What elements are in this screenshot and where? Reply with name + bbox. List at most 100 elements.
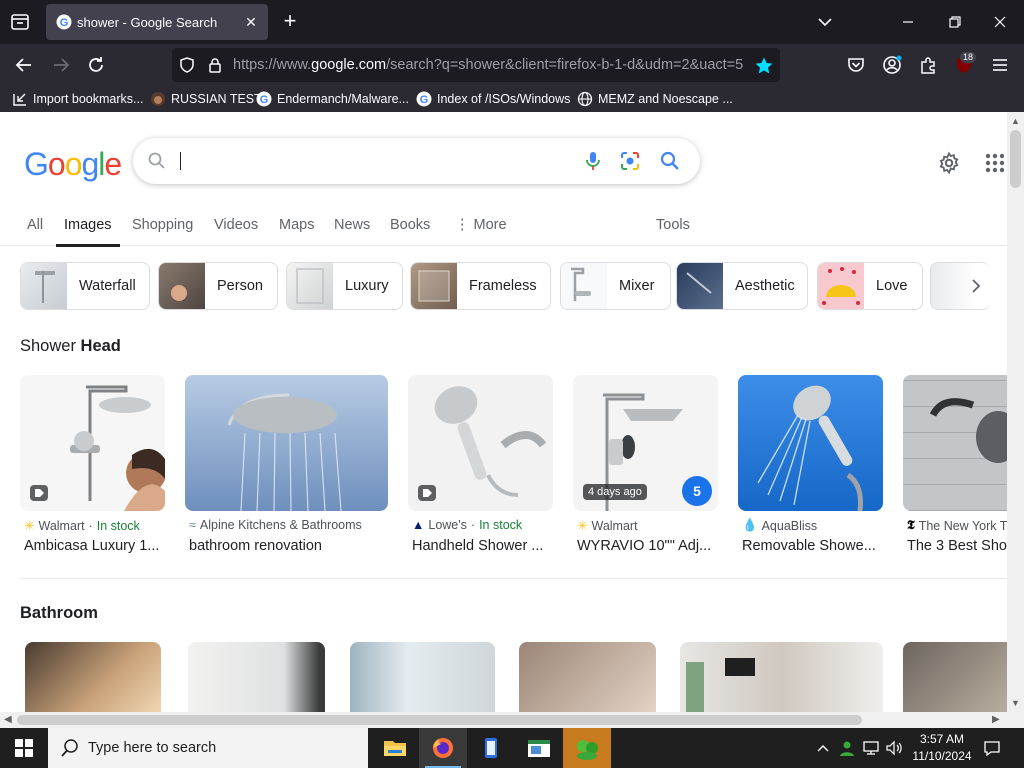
chip-luxury[interactable]: Luxury [286,262,403,310]
tab-images[interactable]: Images [56,217,120,247]
google-apps-grid-icon[interactable] [983,151,1007,175]
taskbar-search-box[interactable]: Type here to search [48,728,368,768]
tab-google-search[interactable]: G shower - Google Search ✕ [46,4,268,40]
result-source[interactable]: 𝕿 The New York T [907,518,1007,533]
network-icon[interactable] [861,738,881,758]
document-viewer-icon[interactable] [515,728,563,768]
bathroom-image-result[interactable] [350,642,495,712]
bookmark-star-icon[interactable] [754,56,774,76]
result-title[interactable]: bathroom renovation [189,538,389,554]
search-submit-icon[interactable] [659,150,681,172]
search-input[interactable] [179,148,569,174]
result-title[interactable]: Handheld Shower ... [412,538,552,554]
settings-gear-icon[interactable] [937,151,961,175]
highlighted-app-icon[interactable] [563,728,611,768]
tab-books[interactable]: Books [390,217,430,233]
chip-frameless[interactable]: Frameless [410,262,551,310]
result-title[interactable]: WYRAVIO 10"" Adj... [577,538,717,554]
reload-icon[interactable] [84,53,108,77]
horizontal-scrollbar[interactable]: ◀ ▶ [0,712,1007,728]
google-logo[interactable]: Google [24,146,122,183]
result-image[interactable] [20,375,165,511]
scroll-up-arrow-icon[interactable]: ▲ [1011,116,1020,126]
search-box[interactable] [133,138,700,184]
result-title[interactable]: Ambicasa Luxury 1... [24,538,164,554]
show-hidden-icons-chevron-icon[interactable] [813,738,833,758]
result-source[interactable]: ▲ Lowe's · In stock [412,518,522,532]
tab-videos[interactable]: Videos [214,217,258,233]
scroll-down-arrow-icon[interactable]: ▼ [1011,698,1020,708]
close-tab-icon[interactable]: ✕ [242,13,260,31]
more-vertical-dots-icon: ⋮ [455,217,474,233]
result-source[interactable]: ≈ Alpine Kitchens & Bathrooms [189,518,362,532]
bathroom-image-result[interactable] [25,642,161,712]
bathroom-image-result[interactable] [188,642,325,712]
search-type-tabs: All Images Shopping Videos Maps News Boo… [0,210,1007,247]
forward-arrow-icon[interactable] [49,53,73,77]
list-all-tabs-icon[interactable] [8,10,32,34]
hamburger-menu-icon[interactable] [989,54,1011,76]
firefox-taskbar-icon[interactable] [419,728,467,768]
tab-shopping[interactable]: Shopping [132,217,193,233]
result-source[interactable]: ✳ Walmart · In stock [24,518,140,534]
tab-news[interactable]: News [334,217,370,233]
tab-all[interactable]: All [27,217,43,233]
people-tray-icon[interactable] [837,738,857,758]
chip-waterfall[interactable]: Waterfall [20,262,150,310]
notification-center-icon[interactable] [982,738,1002,758]
vertical-scrollbar[interactable]: ▲ ▼ [1007,112,1024,712]
tab-maps[interactable]: Maps [279,217,314,233]
bathroom-image-result[interactable] [903,642,1007,712]
result-source[interactable]: ✳ Walmart [577,518,638,534]
notepad-app-icon[interactable] [467,728,515,768]
chip-thumbnail [411,263,457,309]
url-text[interactable]: https://www.google.com/search?q=shower&c… [233,57,743,73]
result-image[interactable] [738,375,883,511]
result-source[interactable]: 💧 AquaBliss [742,518,817,533]
voice-search-mic-icon[interactable] [582,150,604,172]
bookmark-import[interactable]: Import bookmarks... [12,90,143,108]
chip-mixer[interactable]: Mixer [560,262,671,310]
padlock-icon[interactable] [206,56,224,74]
taskbar-clock[interactable]: 3:57 AM 11/10/2024 [912,731,972,765]
tab-more[interactable]: ⋮ More [455,217,507,233]
result-image[interactable] [185,375,388,511]
bookmark-endermanch[interactable]: G Endermanch/Malware... [256,90,409,108]
volume-speaker-icon[interactable] [884,738,904,758]
file-explorer-icon[interactable] [371,728,419,768]
chevron-down-icon[interactable] [815,12,835,32]
result-image[interactable] [903,375,1007,511]
windows-start-icon[interactable] [0,728,48,768]
vertical-scroll-thumb[interactable] [1010,130,1021,188]
bookmark-index-isos[interactable]: G Index of /ISOs/Windows [416,90,570,108]
result-title[interactable]: The 3 Best Sho [907,538,1007,554]
alpine-logo-icon: ≈ [189,518,196,532]
tools-button[interactable]: Tools [656,217,690,233]
pocket-icon[interactable] [845,54,867,76]
bathroom-image-result[interactable] [519,642,656,712]
bookmark-russian-test[interactable]: RUSSIAN TEST [150,90,262,108]
tracking-protection-shield-icon[interactable] [178,56,196,74]
scroll-left-arrow-icon[interactable]: ◀ [4,714,12,725]
minimize-window-button[interactable] [898,12,918,32]
extensions-puzzle-icon[interactable] [917,54,939,76]
chip-love[interactable]: Love [817,262,923,310]
account-icon[interactable] [881,54,903,76]
result-title[interactable]: Removable Showe... [742,538,882,554]
back-arrow-icon[interactable] [12,53,36,77]
bookmark-memz[interactable]: MEMZ and Noescape ... [577,90,733,108]
chevron-right-icon[interactable] [966,276,986,296]
restore-window-button[interactable] [945,12,965,32]
close-window-button[interactable] [990,12,1010,32]
bathroom-image-result[interactable] [680,642,883,712]
bookmark-label: RUSSIAN TEST [171,92,262,106]
scroll-right-arrow-icon[interactable]: ▶ [992,714,1000,725]
chip-person[interactable]: Person [158,262,278,310]
chip-aesthetic[interactable]: Aesthetic [676,262,808,310]
result-image[interactable] [408,375,553,511]
new-tab-button[interactable]: + [279,10,301,33]
address-bar[interactable]: https://www.google.com/search?q=shower&c… [172,48,780,82]
google-lens-camera-icon[interactable] [619,150,641,172]
result-image[interactable]: 5 4 days ago [573,375,718,511]
horizontal-scroll-thumb[interactable] [17,715,862,725]
